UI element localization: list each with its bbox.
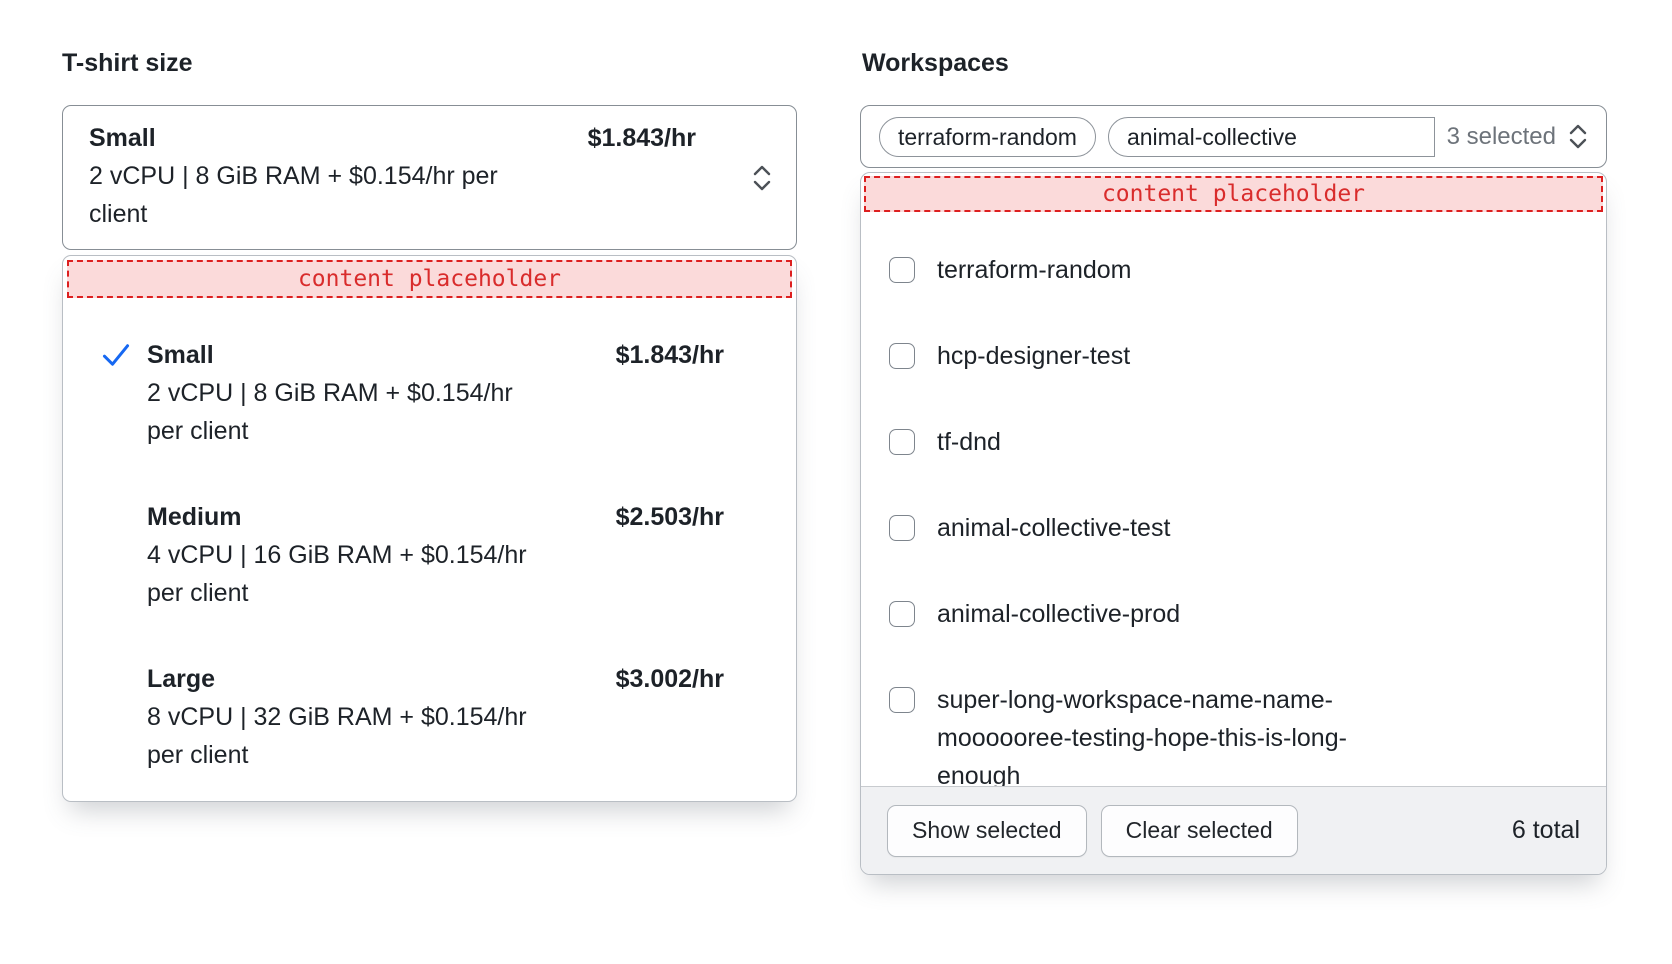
workspace-option-row[interactable]: tf-dnd (861, 399, 1606, 485)
workspace-checkbox[interactable] (889, 601, 915, 627)
workspace-checkbox[interactable] (889, 343, 915, 369)
tshirt-dropdown-panel: content placeholder Small $1.843/hr 2 vC… (62, 255, 797, 802)
option-title: Medium (147, 498, 241, 536)
tshirt-selected-description: 2 vCPU | 8 GiB RAM + $0.154/hr per clien… (89, 157, 534, 233)
workspace-option-label: tf-dnd (937, 423, 1001, 461)
workspaces-select-trigger[interactable]: terraform-random animal-collective 3 sel… (860, 105, 1607, 168)
workspace-option-row[interactable]: hcp-designer-test (861, 313, 1606, 399)
option-price: $2.503/hr (616, 498, 724, 536)
workspace-pill[interactable]: terraform-random (879, 117, 1096, 157)
workspace-option-row[interactable]: terraform-random (861, 227, 1606, 313)
option-description: 8 vCPU | 32 GiB RAM + $0.154/hr per clie… (147, 698, 539, 774)
workspace-option-row[interactable]: super-long-workspace-name-name-moooooree… (861, 657, 1606, 786)
option-description: 2 vCPU | 8 GiB RAM + $0.154/hr per clien… (147, 374, 539, 450)
option-row-small[interactable]: Small $1.843/hr 2 vCPU | 8 GiB RAM + $0.… (63, 316, 796, 478)
selected-check-slot (101, 660, 147, 664)
option-title: Small (147, 336, 214, 374)
option-row-large[interactable]: Large $3.002/hr 8 vCPU | 32 GiB RAM + $0… (63, 640, 796, 802)
workspace-checkbox[interactable] (889, 515, 915, 541)
selected-check-slot (101, 498, 147, 502)
selected-count: 3 selected (1447, 123, 1556, 151)
selected-check-slot (101, 336, 147, 370)
content-placeholder: content placeholder (67, 260, 792, 298)
workspace-option-label: terraform-random (937, 251, 1132, 289)
tshirt-select-trigger[interactable]: Small $1.843/hr 2 vCPU | 8 GiB RAM + $0.… (62, 105, 797, 250)
total-count: 6 total (1512, 816, 1580, 845)
chevron-updown-icon (752, 164, 772, 192)
workspace-checkbox[interactable] (889, 429, 915, 455)
option-row-medium[interactable]: Medium $2.503/hr 4 vCPU | 16 GiB RAM + $… (63, 478, 796, 640)
workspace-pill-clipped[interactable]: animal-collective (1108, 117, 1435, 157)
workspace-option-row[interactable]: animal-collective-prod (861, 571, 1606, 657)
option-price: $3.002/hr (616, 660, 724, 698)
option-price: $1.843/hr (616, 336, 724, 374)
tshirt-size-label: T-shirt size (62, 46, 193, 80)
workspace-option-label: animal-collective-prod (937, 595, 1180, 633)
workspaces-dropdown-panel: content placeholder terraform-random hcp… (860, 172, 1607, 875)
tshirt-selected-title: Small (89, 119, 156, 157)
show-selected-button[interactable]: Show selected (887, 805, 1087, 857)
workspaces-label: Workspaces (862, 46, 1009, 80)
workspace-option-row[interactable]: animal-collective-test (861, 485, 1606, 571)
workspace-option-list: terraform-random hcp-designer-test tf-dn… (861, 215, 1606, 786)
dropdown-footer: Show selected Clear selected 6 total (861, 786, 1606, 874)
tshirt-option-list: Small $1.843/hr 2 vCPU | 8 GiB RAM + $0.… (63, 302, 796, 802)
option-title: Large (147, 660, 215, 698)
option-description: 4 vCPU | 16 GiB RAM + $0.154/hr per clie… (147, 536, 539, 612)
tshirt-selected-price: $1.843/hr (588, 119, 696, 157)
workspace-option-label: hcp-designer-test (937, 337, 1130, 375)
workspace-checkbox[interactable] (889, 687, 915, 713)
workspace-option-label: super-long-workspace-name-name-moooooree… (937, 681, 1412, 786)
workspace-checkbox[interactable] (889, 257, 915, 283)
check-icon (101, 340, 131, 370)
workspace-option-label: animal-collective-test (937, 509, 1170, 547)
content-placeholder: content placeholder (864, 176, 1603, 212)
clear-selected-button[interactable]: Clear selected (1101, 805, 1298, 857)
chevron-updown-icon (1568, 123, 1588, 150)
playground-canvas: T-shirt size Small $1.843/hr 2 vCPU | 8 … (0, 0, 1672, 964)
